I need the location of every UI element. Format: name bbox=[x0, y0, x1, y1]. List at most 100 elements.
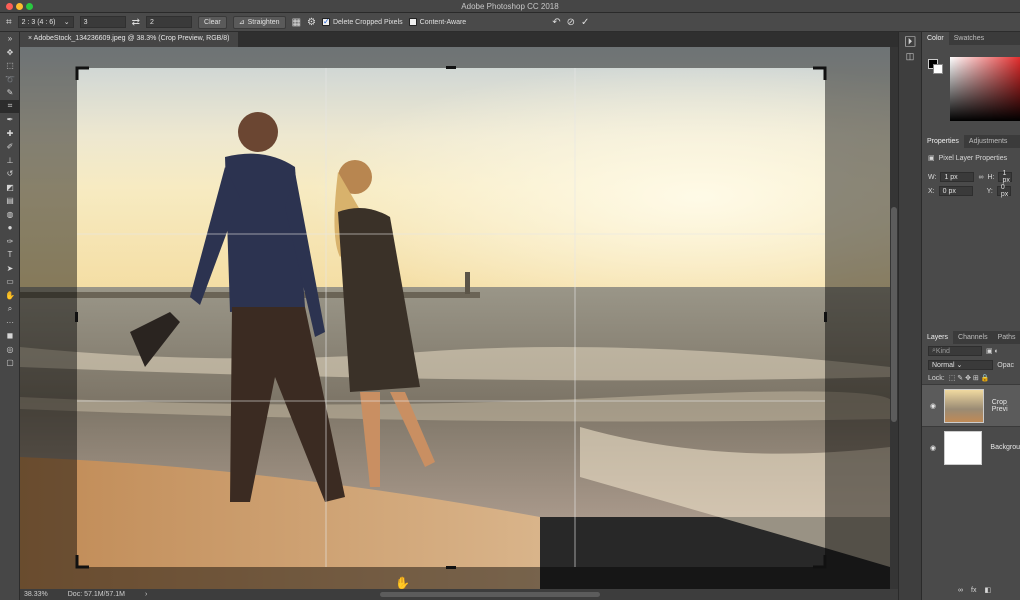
layers-comp-icon[interactable]: ◫ bbox=[903, 51, 917, 62]
layer-name: Crop Previ bbox=[991, 398, 1008, 413]
dodge-tool-icon[interactable]: ● bbox=[0, 221, 20, 235]
document-tab-bar: × AdobeStock_134236609.jpeg @ 38.3% (Cro… bbox=[20, 32, 898, 47]
content-aware-checkbox[interactable]: Content-Aware bbox=[408, 18, 467, 26]
move-tool-icon[interactable]: ✥ bbox=[0, 46, 20, 60]
crop-tool-icon[interactable]: ⌗ bbox=[6, 17, 12, 28]
svg-text:✋: ✋ bbox=[395, 576, 410, 590]
more-tools-icon[interactable]: ··· bbox=[0, 316, 20, 330]
h-label: H: bbox=[987, 173, 995, 181]
gear-icon[interactable]: ⚙ bbox=[307, 17, 316, 28]
eraser-tool-icon[interactable]: ◩ bbox=[0, 181, 20, 195]
color-picker-field[interactable] bbox=[950, 57, 1020, 121]
h-input[interactable]: 1 px bbox=[998, 170, 1013, 184]
type-tool-icon[interactable]: T bbox=[0, 248, 20, 262]
vertical-scrollbar[interactable] bbox=[890, 47, 898, 590]
height-input[interactable]: 2 bbox=[146, 16, 193, 28]
lock-icons[interactable]: ⬚ ✎ ✥ ⊞ 🔒 bbox=[949, 374, 990, 382]
delete-cropped-label: Delete Cropped Pixels bbox=[332, 18, 403, 26]
layer-background[interactable]: ◉ Backgrou bbox=[922, 426, 1020, 468]
hand-tool-icon[interactable]: ✋ bbox=[0, 289, 20, 303]
layer-crop-preview[interactable]: ◉ Crop Previ bbox=[922, 384, 1020, 426]
pen-tool-icon[interactable]: ✑ bbox=[0, 235, 20, 249]
properties-panel-tabs: Properties Adjustments bbox=[922, 135, 1020, 148]
history-brush-tool-icon[interactable]: ↺ bbox=[0, 167, 20, 181]
ratio-value: 2 : 3 (4 : 6) bbox=[21, 18, 56, 26]
canvas-area[interactable]: ✋ bbox=[20, 47, 890, 590]
delete-cropped-checkbox[interactable]: Delete Cropped Pixels bbox=[321, 17, 403, 26]
add-mask-icon[interactable]: ◧ bbox=[984, 586, 991, 594]
swap-icon[interactable]: ⇄ bbox=[132, 17, 140, 28]
cancel-icon[interactable]: ⊘ bbox=[567, 17, 575, 28]
properties-title: Pixel Layer Properties bbox=[938, 154, 1008, 162]
tab-adjustments[interactable]: Adjustments bbox=[964, 135, 1013, 148]
clear-button[interactable]: Clear bbox=[198, 15, 227, 29]
w-input[interactable]: 1 px bbox=[940, 172, 975, 182]
x-label: X: bbox=[928, 187, 935, 195]
layers-footer-icons: ∞ fx ◧ bbox=[952, 584, 997, 596]
beach-photo: ✋ bbox=[20, 47, 890, 590]
document-tab[interactable]: × AdobeStock_134236609.jpeg @ 38.3% (Cro… bbox=[20, 32, 238, 47]
lasso-tool-icon[interactable]: ➰ bbox=[0, 73, 20, 87]
properties-spacer bbox=[922, 198, 1020, 331]
visibility-eye-icon[interactable]: ◉ bbox=[930, 444, 936, 452]
tab-layers[interactable]: Layers bbox=[922, 331, 954, 344]
zoom-tool-icon[interactable]: ⌕ bbox=[0, 302, 20, 316]
healing-tool-icon[interactable]: ✚ bbox=[0, 127, 20, 141]
collapse-icon[interactable]: » bbox=[0, 32, 20, 46]
close-icon[interactable]: × bbox=[28, 35, 32, 42]
opacity-label: Opac bbox=[997, 361, 1014, 369]
kind-filter-select[interactable]: ⌕ Kind bbox=[928, 346, 982, 356]
straighten-button[interactable]: ⊿ Straighten bbox=[232, 15, 286, 29]
y-input[interactable]: 0 px bbox=[996, 184, 1011, 198]
blend-row: Normal ⌄ Opac bbox=[922, 358, 1020, 372]
commit-check-icon[interactable]: ✓ bbox=[581, 17, 589, 28]
color-panel-tabs: Color Swatches bbox=[922, 32, 1020, 45]
crop-tool-icon[interactable]: ⌗ bbox=[0, 99, 20, 113]
width-input[interactable]: 3 bbox=[79, 16, 126, 28]
quick-select-tool-icon[interactable]: ✎ bbox=[0, 86, 20, 100]
xy-row: X: 0 px Y: 0 px bbox=[922, 184, 1020, 198]
status-menu-arrow[interactable]: › bbox=[145, 591, 147, 598]
stamp-tool-icon[interactable]: ⊥ bbox=[0, 154, 20, 168]
screen-mode-icon[interactable]: ▢ bbox=[0, 356, 20, 370]
ratio-select[interactable]: 2 : 3 (4 : 6) ⌄ bbox=[17, 16, 74, 28]
layers-panel-tabs: Layers Channels Paths bbox=[922, 331, 1020, 344]
eyedropper-tool-icon[interactable]: ✒ bbox=[0, 113, 20, 127]
filter-icons[interactable]: ▣ ◐ bbox=[986, 347, 999, 355]
fx-icon[interactable]: fx bbox=[971, 587, 976, 594]
lock-row: Lock: ⬚ ✎ ✥ ⊞ 🔒 bbox=[922, 372, 1020, 384]
link-layers-icon[interactable]: ∞ bbox=[958, 587, 963, 594]
brush-tool-icon[interactable]: ✐ bbox=[0, 140, 20, 154]
link-icon[interactable]: ∞ bbox=[978, 174, 983, 181]
blend-mode-select[interactable]: Normal ⌄ bbox=[928, 360, 994, 370]
blur-tool-icon[interactable]: ◍ bbox=[0, 208, 20, 222]
layer-name: Backgrou bbox=[990, 444, 1020, 451]
quick-mask-icon[interactable]: ◎ bbox=[0, 343, 20, 357]
path-select-tool-icon[interactable]: ➤ bbox=[0, 262, 20, 276]
zoom-level[interactable]: 38.33% bbox=[24, 591, 48, 598]
vertical-scroll-thumb[interactable] bbox=[891, 207, 897, 422]
x-input[interactable]: 0 px bbox=[938, 186, 973, 196]
tab-color[interactable]: Color bbox=[922, 32, 949, 45]
tab-swatches[interactable]: Swatches bbox=[949, 32, 989, 45]
visibility-eye-icon[interactable]: ◉ bbox=[930, 402, 936, 410]
straighten-label: Straighten bbox=[247, 18, 280, 26]
tab-properties[interactable]: Properties bbox=[922, 135, 964, 148]
shape-tool-icon[interactable]: ▭ bbox=[0, 275, 20, 289]
y-label: Y: bbox=[986, 187, 993, 195]
content-aware-label: Content-Aware bbox=[419, 18, 467, 26]
tab-channels[interactable]: Channels bbox=[953, 331, 993, 344]
tab-paths[interactable]: Paths bbox=[993, 331, 1020, 344]
overlay-grid-icon[interactable]: ▦ bbox=[292, 17, 301, 28]
doc-size: Doc: 57.1M/57.1M bbox=[67, 591, 125, 598]
undo-icon[interactable]: ↶ bbox=[552, 17, 560, 28]
marquee-tool-icon[interactable]: ⬚ bbox=[0, 59, 20, 73]
history-icon[interactable]: ⏵⃞ bbox=[903, 36, 917, 47]
layer-filter-row: ⌕ Kind ▣ ◐ bbox=[922, 344, 1020, 358]
gradient-tool-icon[interactable]: ▤ bbox=[0, 194, 20, 208]
color-swatch-icon[interactable]: ◼ bbox=[0, 329, 20, 343]
title-bar: Adobe Photoshop CC 2018 bbox=[0, 0, 1020, 13]
straighten-icon: ⊿ bbox=[238, 19, 245, 26]
background-color-swatch[interactable] bbox=[933, 64, 943, 74]
horizontal-scroll-thumb[interactable] bbox=[380, 592, 600, 597]
